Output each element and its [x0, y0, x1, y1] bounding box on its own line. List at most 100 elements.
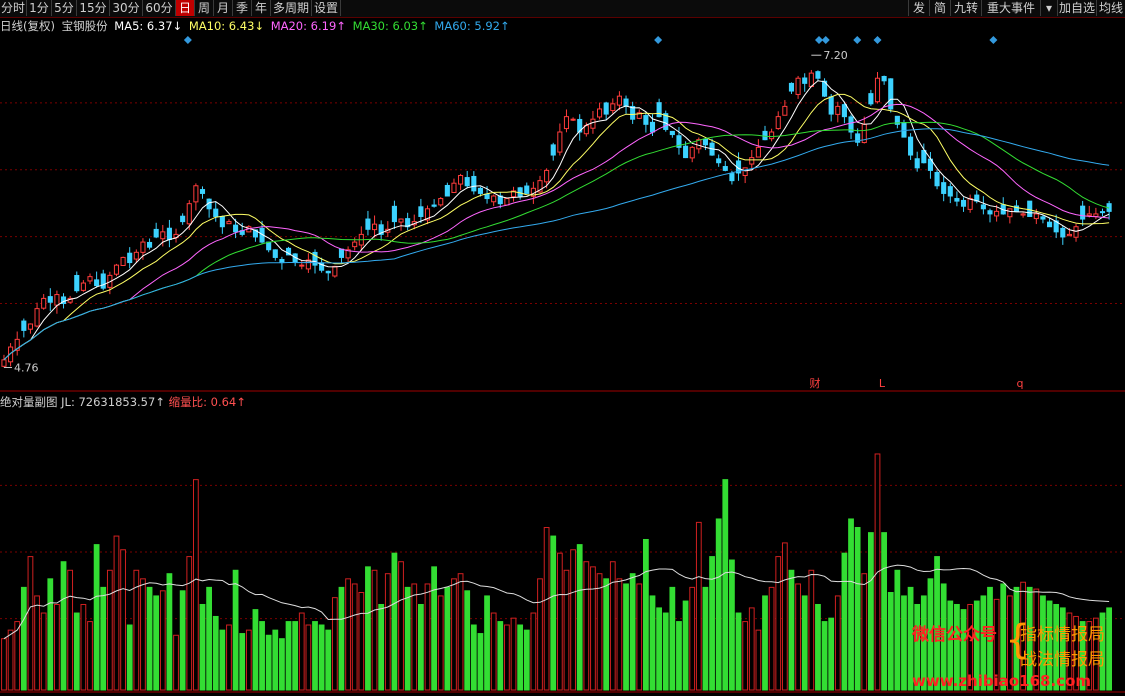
volume-bar	[206, 586, 212, 691]
candle-body	[603, 102, 609, 115]
kline-chart[interactable]: 7.20 4.76 财 Lq	[0, 0, 1125, 696]
event-marker-icon[interactable]	[183, 36, 192, 44]
volume-bar	[159, 590, 166, 691]
candle-body	[458, 175, 464, 185]
volume-bar	[166, 573, 173, 691]
candle-body	[649, 121, 656, 133]
candle-body	[80, 282, 86, 291]
volume-bar	[477, 633, 484, 691]
candle-body	[464, 177, 470, 187]
volume-bar	[451, 578, 457, 691]
volume-bar	[497, 621, 504, 691]
volume-bar	[140, 578, 146, 691]
volume-bar	[54, 603, 60, 691]
candle-body	[484, 193, 490, 200]
candle-body	[716, 158, 722, 164]
event-text-marker[interactable]: 财	[810, 376, 821, 390]
volume-bar	[689, 586, 696, 691]
candle-body	[74, 275, 80, 292]
candle-body	[1099, 211, 1106, 214]
volume-bar	[1106, 607, 1113, 691]
volume-bar	[226, 624, 232, 691]
candle-body	[610, 103, 616, 112]
candle-body	[557, 131, 563, 153]
candle-body	[27, 323, 33, 330]
event-text-marker[interactable]: L	[879, 377, 886, 390]
volume-bar	[126, 624, 133, 691]
candle-body	[491, 195, 497, 203]
volume-bar	[523, 629, 530, 691]
volume-bar	[331, 597, 338, 691]
volume-bar	[715, 518, 722, 691]
candle-body	[372, 223, 378, 231]
volume-bar	[173, 634, 179, 691]
volume-bar	[510, 617, 517, 691]
volume-bar	[901, 595, 907, 691]
candle-body	[623, 98, 629, 107]
candle-body	[193, 185, 199, 203]
volume-bar	[252, 609, 259, 691]
volume-bar	[795, 583, 801, 691]
event-marker-icon[interactable]	[853, 36, 862, 44]
candle-body	[113, 264, 120, 275]
volume-bar	[808, 569, 815, 691]
event-marker-icon[interactable]	[873, 36, 882, 44]
candle-body	[524, 185, 530, 194]
volume-bar	[464, 590, 471, 691]
volume-bar	[841, 552, 848, 691]
volume-bar	[259, 621, 265, 691]
candle-body	[100, 273, 106, 289]
event-marker-icon[interactable]	[821, 36, 830, 44]
volume-bar	[868, 532, 874, 691]
volume-bar	[709, 556, 715, 691]
candle-body	[934, 171, 940, 187]
volume-bar	[609, 561, 616, 691]
candle-body	[656, 102, 662, 118]
volume-bar	[629, 573, 636, 691]
volume-bar	[828, 617, 835, 691]
candle-body	[147, 241, 153, 248]
candle-body	[153, 228, 159, 238]
volume-bar	[345, 578, 351, 691]
volume-bar	[815, 603, 821, 691]
candle-body	[590, 118, 596, 129]
volume-bar	[305, 624, 312, 691]
volume-bar	[444, 586, 451, 691]
volume-bar	[748, 607, 755, 691]
volume-bar	[623, 583, 629, 691]
volume-bar	[212, 615, 219, 691]
volume-bar	[60, 561, 67, 691]
candle-body	[54, 294, 60, 306]
candle-body	[702, 138, 708, 146]
candle-body	[888, 78, 894, 110]
volume-bar	[93, 544, 100, 691]
candle-body	[1047, 221, 1053, 228]
event-text-marker[interactable]: q	[1017, 377, 1024, 390]
candle-body	[272, 249, 278, 258]
event-marker-icon[interactable]	[989, 36, 998, 44]
volume-bar	[34, 595, 40, 691]
candle-body	[828, 96, 834, 115]
candle-body	[41, 297, 47, 309]
volume-bar	[120, 549, 126, 691]
candle-body	[742, 167, 748, 177]
candle-body	[643, 115, 649, 125]
volume-bar	[530, 612, 537, 691]
candle-body	[160, 231, 166, 240]
volume-bar	[550, 535, 557, 691]
candle-body	[835, 105, 841, 115]
volume-bar	[431, 566, 437, 691]
volume-bar	[404, 586, 411, 691]
candle-body	[180, 215, 186, 223]
event-marker-icon[interactable]	[654, 36, 663, 44]
volume-bar	[848, 518, 854, 691]
volume-bar	[325, 629, 332, 691]
candle-body	[365, 218, 371, 230]
candle-body	[1066, 233, 1072, 237]
volume-bar	[603, 578, 610, 691]
volume-bar	[616, 578, 623, 691]
volume-bar	[768, 586, 775, 691]
volume-bar	[7, 629, 14, 691]
candle-body	[166, 227, 172, 241]
high-price-label: 7.20	[823, 49, 848, 62]
